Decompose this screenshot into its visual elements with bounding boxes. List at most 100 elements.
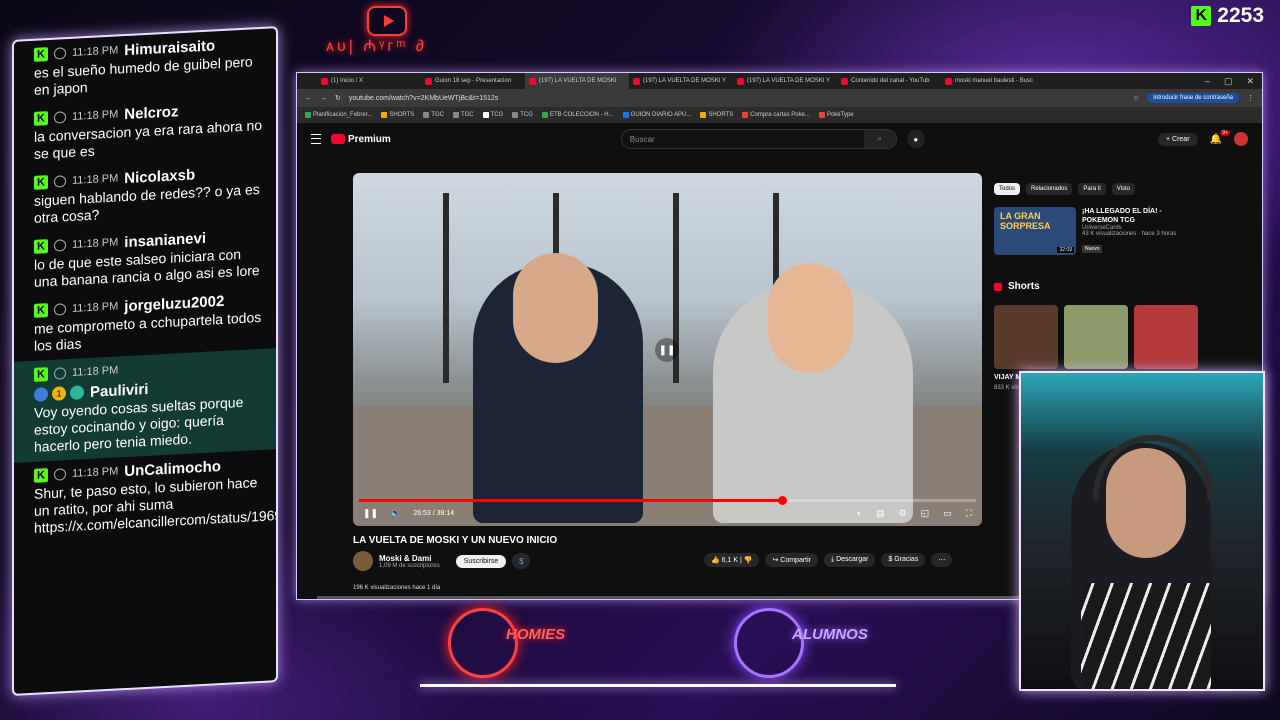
shorts-heading: Shorts [994, 281, 1040, 292]
tier-badge: 1 [52, 386, 66, 401]
username[interactable]: Nelcroz [124, 103, 178, 123]
hamburger-menu-icon[interactable] [311, 134, 321, 144]
bookmark-item[interactable]: TCG [512, 112, 533, 118]
fullscreen-icon[interactable]: ⛶ [966, 508, 972, 519]
username[interactable]: Pauliviri [90, 380, 148, 400]
bookmark-item[interactable]: TGC [423, 112, 444, 118]
youtube-logo[interactable]: Premium [331, 134, 391, 145]
tab-bar: (1) Inicio / X Guion 18 sep - Presentacio… [297, 73, 1262, 89]
channel-name[interactable]: Moski & Dami [379, 554, 440, 563]
reload-icon[interactable]: ↻ [335, 94, 341, 102]
close-icon[interactable]: ✕ [1246, 76, 1254, 87]
thumbnail-text: LA GRAN SORPRESA [1000, 211, 1051, 231]
user-icon [54, 367, 66, 380]
bookmark-item[interactable]: SHORTS [381, 112, 414, 118]
thanks-label: Gracias [894, 556, 919, 563]
bookmark-item[interactable]: TGC [452, 112, 474, 118]
bookmark-icon [305, 112, 311, 118]
subscribe-button[interactable]: Suscribirse [455, 554, 507, 568]
forward-icon[interactable]: → [320, 95, 327, 102]
tool-badge-icon [34, 387, 48, 402]
shorts-row [994, 305, 1198, 369]
volume-icon[interactable]: 🔈 [390, 508, 401, 519]
bookmark-item[interactable]: SHORTS [700, 112, 733, 118]
money-icon[interactable]: $ [512, 553, 531, 569]
message-time: 11:18 PM [72, 465, 119, 480]
notifications-bell-icon[interactable]: 🔔 9+ [1210, 129, 1230, 145]
url-field[interactable]: youtube.com/watch?v=2KMbUeWTjBc&t=1512s [349, 95, 1125, 102]
view-count: 196 K visualizaciones hace 1 día [353, 585, 441, 591]
message-time: 11:18 PM [72, 44, 119, 59]
browser-tab[interactable]: (197) LA VUELTA DE MOSKI Y [733, 73, 837, 89]
bookmark-item[interactable]: TCG [482, 112, 503, 118]
bookmark-item[interactable]: ETB COLECCION - H... [541, 112, 614, 118]
neon-divider [420, 684, 896, 687]
filter-chip[interactable]: Todos [994, 183, 1021, 195]
tab-label: (197) LA VUELTA DE MOSKI Y [747, 78, 831, 84]
thanks-button[interactable]: $ Gracias [881, 553, 926, 567]
kick-badge-icon: K [34, 468, 48, 483]
browser-tab[interactable]: (197) LA VUELTA DE MOSKI Y [629, 73, 733, 89]
kick-badge-icon: K [34, 367, 48, 382]
mic-icon[interactable]: ● [906, 130, 925, 148]
user-icon [54, 239, 66, 252]
stream-chat: K 11:18 PM Himuraisaito es el sueño hume… [12, 26, 278, 697]
bookmark-item[interactable]: Compra cartas Poke... [742, 112, 810, 118]
search-input[interactable]: Buscar ⌕ [620, 129, 897, 149]
bookmark-star-icon[interactable]: ☆ [1133, 94, 1139, 102]
create-button[interactable]: + Crear [1157, 132, 1198, 146]
settings-gear-icon[interactable]: ⚙ [899, 508, 907, 519]
filter-chip[interactable]: Para ti [1078, 183, 1106, 195]
bookmark-item[interactable]: PokeType [818, 112, 854, 118]
headphones-icon [1093, 435, 1213, 501]
video-player[interactable]: ❚❚ ❚❚ 🔈 26:53 / 39:14 ◐ ▤ ⚙ ◱ ▭ ⛶ [353, 173, 982, 526]
alumnos-ring-icon [734, 608, 804, 678]
download-button[interactable]: ⤓ Descargar [824, 553, 876, 567]
subtitles-icon[interactable]: ▤ [876, 508, 885, 519]
pause-small-icon[interactable]: ❚❚ [363, 508, 378, 519]
bookmark-item[interactable]: GUION DIARIO APU... [622, 112, 691, 118]
pause-icon[interactable]: ❚❚ [655, 338, 679, 362]
username[interactable]: Nicolaxsb [124, 166, 195, 187]
autoplay-toggle[interactable]: ◐ [857, 508, 862, 519]
message-text: Voy oyendo cosas sueltas porque estoy co… [34, 393, 244, 455]
theater-icon[interactable]: ▭ [943, 508, 952, 519]
browser-tab[interactable]: (197) LA VUELTA DE MOSKI [525, 73, 629, 89]
browser-tab[interactable]: (1) Inicio / X [317, 73, 421, 89]
webcam-feed [1019, 371, 1265, 691]
miniplayer-icon[interactable]: ◱ [921, 508, 930, 519]
bookmark-item[interactable]: Planificacion_Febrer... [305, 112, 372, 118]
tab-favicon [321, 77, 328, 85]
filter-chip[interactable]: Relacionados [1026, 183, 1073, 195]
avatar[interactable] [1234, 132, 1248, 146]
recommended-thumbnail[interactable]: LA GRAN SORPRESA 32:09 [994, 207, 1076, 255]
user-icon [54, 303, 66, 316]
maximize-icon[interactable]: ▢ [1224, 76, 1233, 87]
username[interactable]: insanianevi [124, 229, 206, 250]
more-actions-icon[interactable]: ⋯ [931, 553, 953, 567]
back-icon[interactable]: ← [305, 95, 312, 102]
minimize-icon[interactable]: – [1205, 76, 1210, 87]
share-button[interactable]: ↪ Compartir [765, 553, 819, 567]
recommended-title[interactable]: ¡HA LLEGADO EL DÍA! - POKEMON TCG [1082, 207, 1192, 225]
filter-chip[interactable]: Visto [1111, 183, 1135, 195]
channel-avatar[interactable] [353, 551, 373, 571]
short-thumbnail[interactable] [1134, 305, 1198, 369]
browser-tab[interactable]: moski manuel baulesti - Busc [941, 73, 1045, 89]
menu-dots-icon[interactable]: ⋮ [1247, 94, 1254, 102]
progress-bar[interactable] [359, 496, 976, 505]
password-button[interactable]: Introducir frase de contraseña [1147, 93, 1239, 103]
search-icon[interactable]: ⌕ [863, 130, 896, 148]
short-thumbnail[interactable] [994, 305, 1058, 369]
brand-label: Premium [348, 133, 391, 145]
browser-tab[interactable]: Contenido del canal - YouTub [837, 73, 941, 89]
person-left [473, 253, 643, 523]
tab-label: (197) LA VUELTA DE MOSKI [539, 78, 617, 84]
short-thumbnail[interactable] [1064, 305, 1128, 369]
tab-favicon [425, 77, 432, 85]
bookmark-label: TGC [460, 112, 474, 118]
recommended-video[interactable]: LA GRAN SORPRESA 32:09 ¡HA LLEGADO EL DÍ… [994, 207, 1204, 255]
like-button[interactable]: 👍 6,1 K | 👎 [704, 553, 760, 567]
browser-tab[interactable]: Guion 18 sep - Presentacion [421, 73, 525, 89]
tab-favicon [633, 77, 640, 85]
